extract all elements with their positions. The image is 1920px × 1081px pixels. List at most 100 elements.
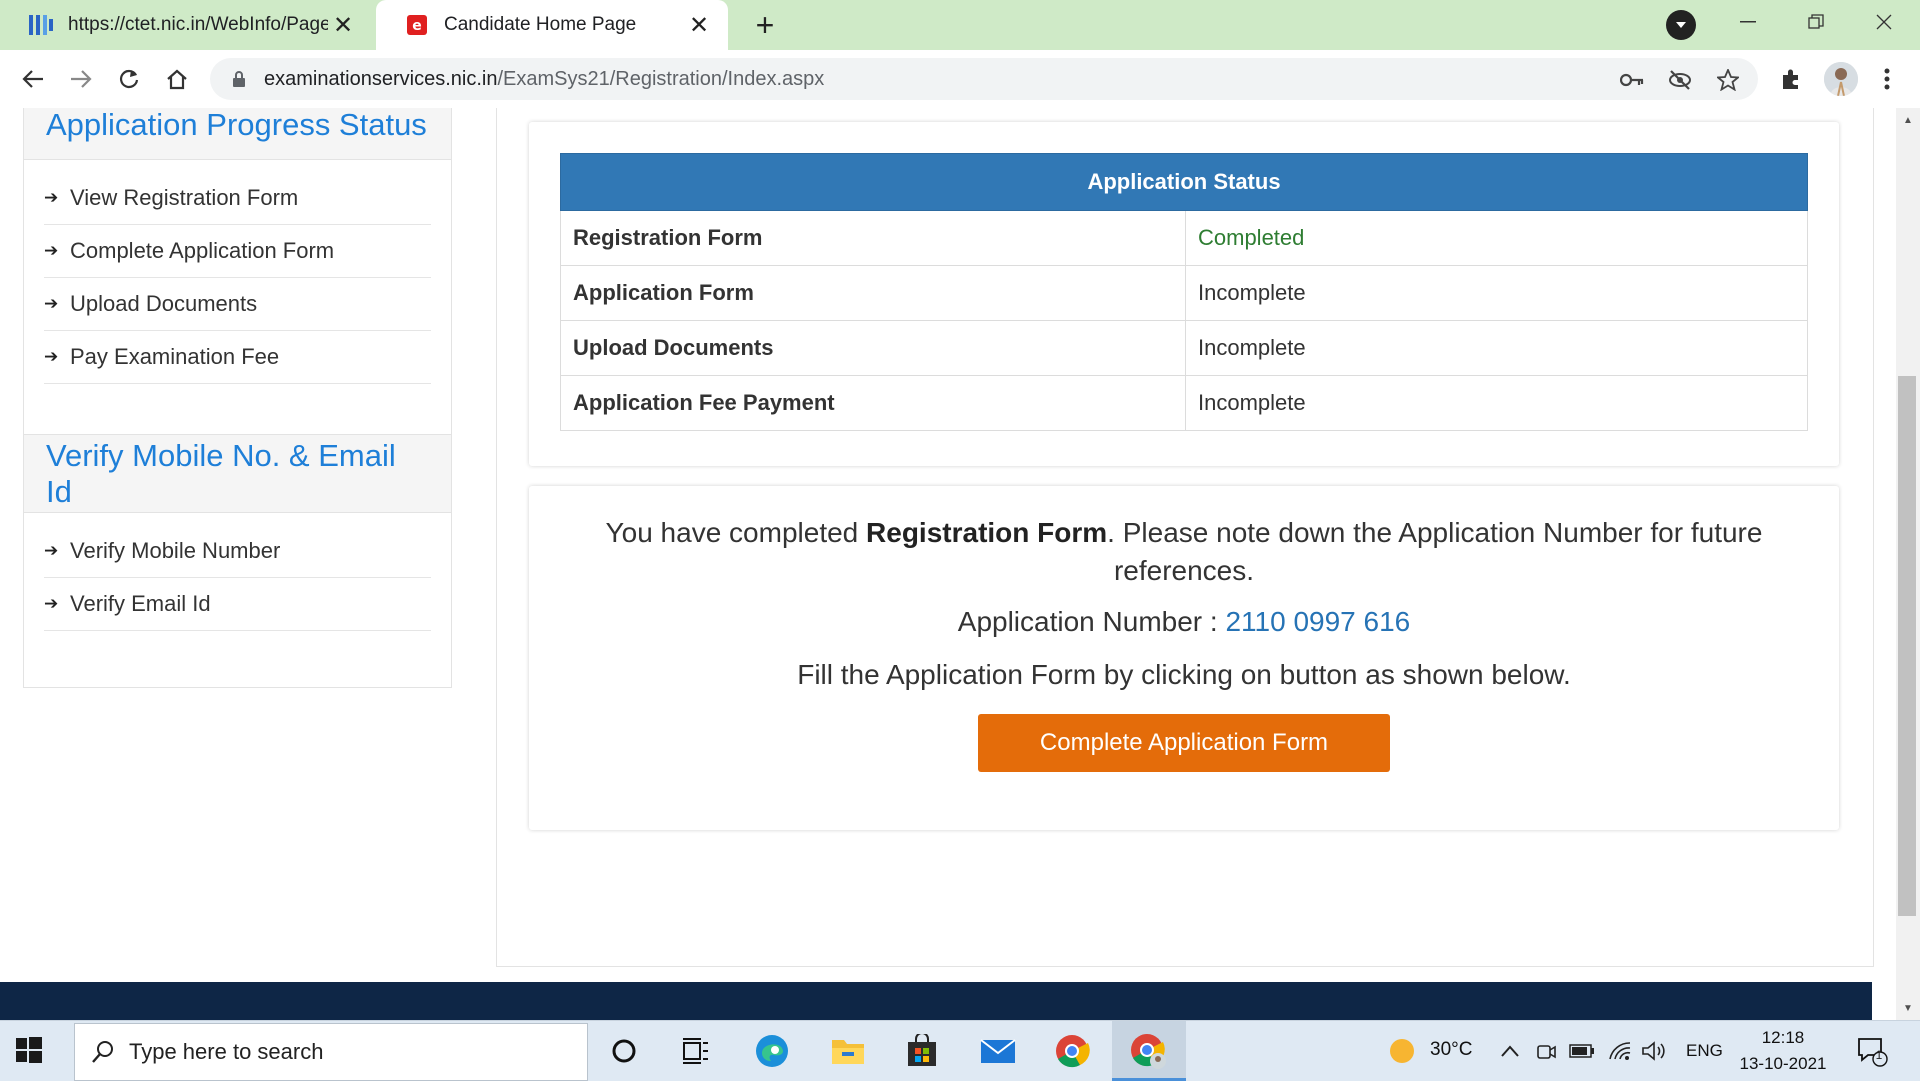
message-text: You have completed (605, 517, 867, 548)
tracking-protection-icon[interactable] (1666, 66, 1694, 94)
browser-tab-strip: https://ctet.nic.in/WebInfo/Page/ ✕ e Ca… (0, 0, 1920, 50)
close-tab-icon[interactable]: ✕ (328, 10, 358, 40)
application-status-table: Application Status Registration Form Com… (560, 153, 1808, 431)
status-row-label: Application Fee Payment (560, 375, 1186, 431)
weather-sun-icon[interactable] (1382, 1031, 1422, 1071)
key-icon[interactable] (1618, 66, 1646, 94)
menu-item-label: Upload Documents (70, 291, 258, 316)
profile-avatar[interactable] (1824, 62, 1858, 96)
close-window-icon[interactable] (1850, 0, 1918, 44)
task-view-icon[interactable] (676, 1031, 716, 1071)
tab-title: Candidate Home Page (444, 14, 637, 35)
arrow-right-icon: ➔ (44, 541, 59, 560)
browser-toolbar: examinationservices.nic.in/ExamSys21/Reg… (0, 50, 1920, 109)
taskbar-search-box[interactable]: Type here to search (74, 1023, 588, 1081)
file-explorer-icon[interactable] (828, 1031, 868, 1071)
application-number-label: Application Number : (957, 606, 1226, 637)
table-row: Application Fee Payment Incomplete (560, 375, 1808, 431)
tab-ctet[interactable]: https://ctet.nic.in/WebInfo/Page/ ✕ (0, 0, 372, 50)
taskbar-search-placeholder: Type here to search (129, 1039, 324, 1064)
arrow-right-icon: ➔ (44, 594, 59, 613)
status-row-label: Application Form (560, 265, 1186, 321)
taskbar-clock[interactable]: 12:18 13-10-2021 (1724, 1025, 1842, 1077)
chrome-icon[interactable] (1052, 1031, 1092, 1071)
url-text: examinationservices.nic.in/ExamSys21/Reg… (264, 68, 824, 91)
menu-item-label: View Registration Form (70, 185, 299, 210)
new-tab-plus-icon[interactable]: + (748, 7, 782, 43)
scroll-up-arrow-icon[interactable]: ▲ (1900, 112, 1916, 128)
completion-message: You have completed Registration Form. Pl… (529, 514, 1839, 590)
instruction-text: Fill the Application Form by clicking on… (797, 659, 1571, 690)
tab-search-icon[interactable] (1666, 10, 1696, 40)
arrow-right-icon: ➔ (44, 241, 59, 260)
status-row-value: Completed (1185, 210, 1808, 266)
status-row-label: Upload Documents (560, 320, 1186, 376)
back-arrow-icon[interactable] (14, 60, 52, 98)
edge-browser-icon[interactable] (752, 1031, 792, 1071)
status-row-value: Incomplete (1185, 265, 1808, 321)
menu-item-upload-documents[interactable]: ➔ Upload Documents (44, 278, 431, 331)
lock-icon[interactable] (230, 69, 248, 89)
menu-item-view-registration[interactable]: ➔ View Registration Form (44, 172, 431, 225)
minimize-icon[interactable] (1714, 0, 1782, 44)
scroll-down-arrow-icon[interactable]: ▼ (1900, 1000, 1916, 1016)
application-number-line: Application Number : 2110 0997 616 (529, 606, 1839, 638)
message-text: . Please note down the Application Numbe… (1107, 517, 1763, 548)
address-bar[interactable]: examinationservices.nic.in/ExamSys21/Reg… (210, 58, 1758, 100)
url-path: /ExamSys21/Registration/Index.aspx (497, 67, 825, 90)
restore-icon[interactable] (1782, 0, 1850, 44)
reload-icon[interactable] (110, 60, 148, 98)
application-status-card: Application Status Registration Form Com… (529, 122, 1839, 466)
page-scrollbar[interactable]: ▲ ▼ (1896, 108, 1920, 1020)
microsoft-store-icon[interactable] (902, 1031, 942, 1071)
windows-start-icon[interactable] (14, 1035, 48, 1069)
svg-text:e: e (412, 18, 422, 34)
menu-item-label: Verify Email Id (70, 591, 211, 616)
tab-candidate-home[interactable]: e Candidate Home Page ✕ (376, 0, 728, 50)
verify-title: Verify Mobile No. & Email Id (24, 435, 451, 513)
status-table-header: Application Status (560, 153, 1808, 211)
clock-time: 12:18 (1761, 1028, 1805, 1047)
chrome-profile-icon[interactable] (1128, 1031, 1168, 1071)
scrollbar-thumb[interactable] (1898, 376, 1916, 916)
language-indicator[interactable]: ENG (1686, 1041, 1723, 1061)
arrow-right-icon: ➔ (44, 294, 59, 313)
menu-item-pay-fee[interactable]: ➔ Pay Examination Fee (44, 331, 431, 384)
bookmark-star-icon[interactable] (1714, 66, 1742, 94)
complete-application-form-button[interactable]: Complete Application Form (978, 714, 1390, 772)
temperature-text[interactable]: 30°C (1430, 1039, 1472, 1061)
menu-item-complete-application[interactable]: ➔ Complete Application Form (44, 225, 431, 278)
forward-arrow-icon[interactable] (62, 60, 100, 98)
menu-item-verify-email[interactable]: ➔ Verify Email Id (44, 578, 431, 631)
verify-menu: ➔ Verify Mobile Number ➔ Verify Email Id (24, 513, 451, 631)
menu-item-label: Verify Mobile Number (70, 538, 281, 563)
status-row-label: Registration Form (560, 210, 1186, 266)
meet-now-icon[interactable] (1526, 1031, 1566, 1071)
windows-taskbar: Type here to search 30°C ENG 12:18 13-10… (0, 1020, 1920, 1081)
volume-icon[interactable] (1634, 1031, 1674, 1071)
home-icon[interactable] (158, 60, 196, 98)
nic-favicon-icon (28, 12, 54, 38)
menu-item-verify-mobile[interactable]: ➔ Verify Mobile Number (44, 525, 431, 578)
close-tab-icon[interactable]: ✕ (684, 10, 714, 40)
status-row-value: Incomplete (1185, 375, 1808, 431)
tab-title: https://ctet.nic.in/WebInfo/Page/ (68, 14, 328, 35)
chevron-up-icon[interactable] (1490, 1031, 1530, 1071)
url-host: examinationservices.nic.in (264, 67, 498, 90)
battery-icon[interactable] (1562, 1031, 1602, 1071)
message-text: references. (1113, 555, 1255, 586)
exam-favicon-icon: e (404, 12, 430, 38)
arrow-right-icon: ➔ (44, 347, 59, 366)
table-row: Registration Form Completed (560, 210, 1808, 266)
verify-panel: Verify Mobile No. & Email Id ➔ Verify Mob… (23, 434, 452, 688)
extensions-puzzle-icon[interactable] (1774, 62, 1808, 96)
registration-message-card: You have completed Registration Form. Pl… (529, 486, 1839, 830)
chrome-menu-icon[interactable] (1870, 62, 1904, 96)
notification-center-icon[interactable]: 1 (1852, 1031, 1892, 1071)
page-viewport: Application Progress Status ➔ View Regist… (0, 108, 1900, 1020)
menu-item-label: Pay Examination Fee (70, 344, 280, 369)
page-footer (0, 982, 1872, 1020)
progress-status-title: Application Progress Status (24, 108, 451, 160)
cortana-icon[interactable] (604, 1031, 644, 1071)
mail-icon[interactable] (978, 1031, 1018, 1071)
